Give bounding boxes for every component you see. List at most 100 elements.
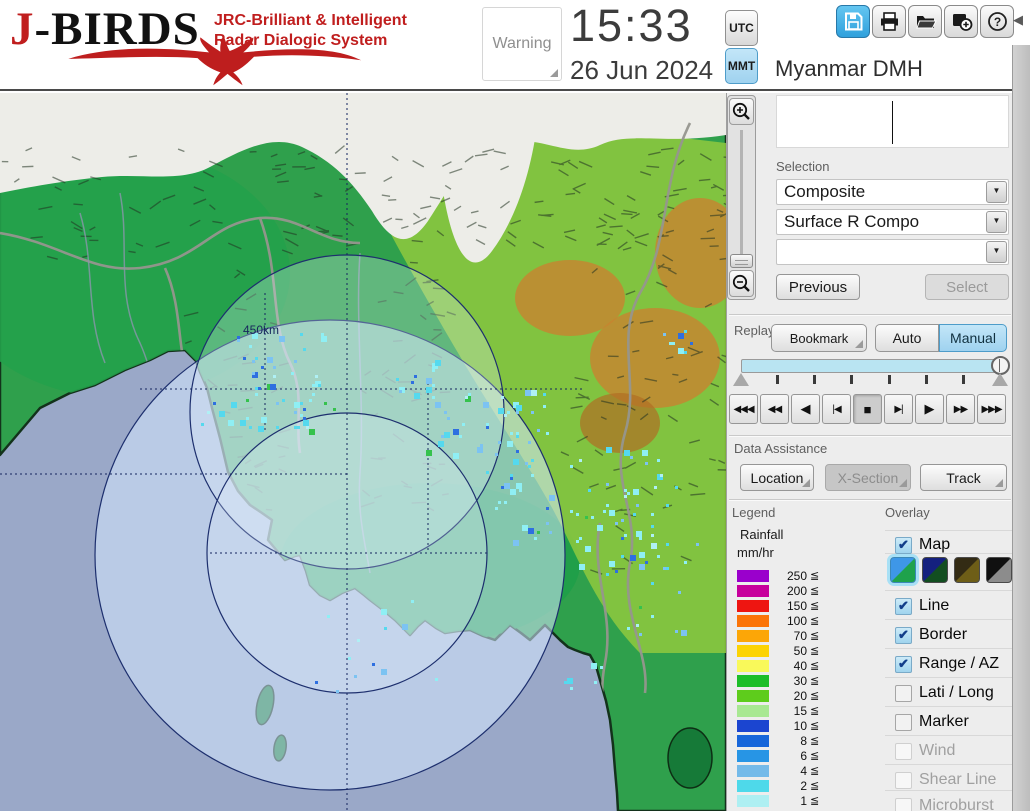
rain-cell [516, 411, 519, 414]
zoom-slider-track[interactable] [740, 130, 743, 260]
product-type-dropdown[interactable]: Surface R Compo [776, 209, 1009, 235]
fast-forward-button[interactable]: ▶▶ [946, 394, 975, 424]
timeline-start-marker[interactable] [733, 373, 749, 386]
play-button[interactable]: ▶ [915, 394, 944, 424]
help-button[interactable]: ? [980, 5, 1014, 38]
chevron-down-icon[interactable] [986, 211, 1007, 233]
separator [885, 590, 1013, 591]
map-style-swatch-3[interactable] [954, 557, 980, 583]
product-category-dropdown[interactable]: Composite [776, 179, 1009, 205]
save-button[interactable] [836, 5, 870, 38]
overlay-shear-line-label: Shear Line [919, 771, 997, 788]
mmt-button[interactable]: MMT [725, 48, 758, 84]
utc-button[interactable]: UTC [725, 10, 758, 46]
stop-button[interactable]: ■ [853, 394, 882, 424]
rain-cell [678, 348, 684, 354]
overlay-map-checkbox[interactable]: ✔ [895, 536, 912, 554]
rain-cell [414, 393, 420, 399]
rain-cell [504, 501, 507, 504]
rain-cell [255, 357, 258, 360]
rain-cell [522, 525, 528, 531]
open-folder-button[interactable] [908, 5, 942, 38]
rain-cell [633, 489, 639, 495]
auto-mode-button[interactable]: Auto [875, 324, 939, 352]
legend-threshold-sign: ≦ [810, 720, 820, 732]
previous-button[interactable]: Previous [776, 274, 860, 300]
timeline-tick [850, 375, 853, 384]
x-section-button[interactable]: X-Section [825, 464, 911, 491]
overlay-marker-checkbox[interactable] [895, 713, 912, 731]
warning-button[interactable]: Warning [482, 7, 562, 81]
floppy-icon [844, 12, 862, 31]
legend-threshold-sign: ≦ [810, 615, 820, 627]
rain-cell [201, 423, 204, 426]
legend-color-swatch [737, 764, 769, 777]
legend-color-swatch [737, 719, 769, 732]
rain-cell [507, 411, 510, 414]
fastest-forward-button[interactable]: ▶▶▶ [977, 394, 1006, 424]
rain-cell [300, 414, 303, 417]
overlay-row-line: ✔ Line [885, 595, 1025, 617]
rain-cell [615, 570, 618, 573]
rain-cell [660, 474, 663, 477]
fast-rewind-button[interactable]: ◀◀◀ [729, 394, 758, 424]
legend-color-swatch [737, 689, 769, 702]
step-forward-button[interactable]: ▶| [884, 394, 913, 424]
map-style-swatch-2[interactable] [922, 557, 948, 583]
legend-row: 2 ≦ [737, 778, 857, 793]
overlay-border-checkbox[interactable]: ✔ [895, 626, 912, 644]
print-button[interactable] [872, 5, 906, 38]
overlay-row-wind: Wind [885, 740, 1025, 762]
map-style-swatch-1[interactable] [890, 557, 916, 583]
legend-color-swatch [737, 749, 769, 762]
chevron-down-icon[interactable] [986, 181, 1007, 203]
rain-cell [624, 495, 627, 498]
legend-value: 6 [800, 748, 807, 763]
rain-cell [585, 516, 588, 519]
rain-cell [651, 513, 654, 516]
legend-value: 200 [786, 583, 807, 598]
rain-cell [570, 510, 573, 513]
timeline-track[interactable] [741, 359, 1007, 373]
bookmark-button[interactable]: Bookmark [771, 324, 867, 352]
panel-edge-strip[interactable] [1012, 45, 1030, 811]
overlay-range-az-checkbox[interactable]: ✔ [895, 655, 912, 673]
step-back-button[interactable]: |◀ [822, 394, 851, 424]
capture-add-button[interactable] [944, 5, 978, 38]
timeline-tick [888, 375, 891, 384]
timeline-tick [962, 375, 965, 384]
overlay-wind-label: Wind [919, 742, 956, 759]
rain-cell [510, 432, 513, 435]
jbirds-app: J-BIRDS JRC-Brilliant & Intelligent Rada… [0, 0, 1030, 811]
overlay-line-checkbox[interactable]: ✔ [895, 597, 912, 615]
track-button[interactable]: Track [920, 464, 1007, 491]
legend-value: 150 [786, 598, 807, 613]
rain-cell [483, 402, 489, 408]
play-reverse-button[interactable]: ◀ [791, 394, 820, 424]
zoom-in-button[interactable] [729, 98, 754, 125]
radar-map[interactable]: 450km [0, 93, 726, 811]
legend-title: Rainfall [740, 527, 784, 542]
rain-cell [507, 441, 513, 447]
rain-cell [495, 453, 498, 456]
rewind-button[interactable]: ◀◀ [760, 394, 789, 424]
panel-collapse-arrow-icon[interactable]: ◀ [1013, 12, 1023, 28]
map-style-swatch-4[interactable] [986, 557, 1012, 583]
location-button[interactable]: Location [740, 464, 814, 491]
manual-mode-button[interactable]: Manual [939, 324, 1007, 352]
separator [885, 764, 1013, 765]
magnifier-plus-icon [732, 102, 750, 120]
rain-cell [579, 537, 582, 540]
zoom-slider-handle[interactable] [730, 254, 753, 268]
rain-cell [252, 372, 255, 375]
rain-cell [276, 402, 279, 405]
rain-cell [468, 393, 471, 396]
zoom-out-button[interactable] [729, 270, 754, 297]
select-button[interactable]: Select [925, 274, 1009, 300]
timeline-end-marker[interactable] [992, 373, 1008, 386]
chevron-down-icon[interactable] [986, 241, 1007, 263]
overlay-lati-long-checkbox[interactable] [895, 684, 912, 702]
rain-cell [621, 519, 624, 522]
rain-cell [624, 450, 630, 456]
product-option-dropdown[interactable] [776, 239, 1009, 265]
